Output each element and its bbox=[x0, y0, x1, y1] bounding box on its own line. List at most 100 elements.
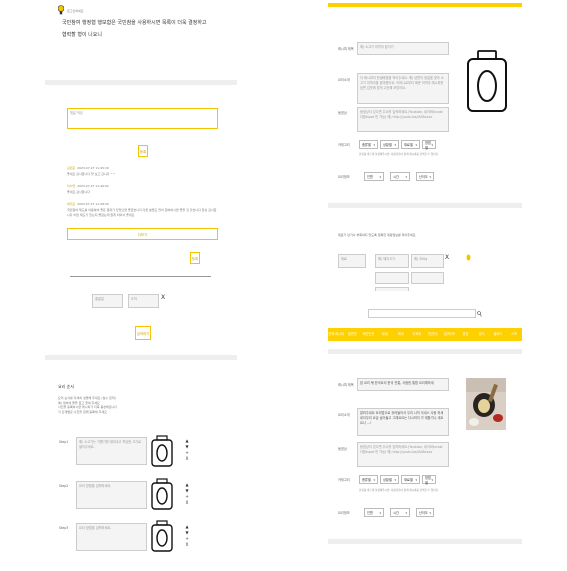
info-label: 요리정보 bbox=[338, 511, 350, 515]
step-photo-upload-icon[interactable] bbox=[151, 520, 173, 553]
steps-title: 요리 순서 bbox=[58, 384, 74, 389]
step-controls: ▲ ▼ + X bbox=[185, 438, 189, 462]
step-textarea[interactable]: 요리 방법을 입력하세요. bbox=[76, 523, 147, 551]
category-select[interactable]: 방법별 ▾ bbox=[422, 475, 436, 485]
ingredient-amount-input[interactable]: 예) 300g bbox=[411, 254, 444, 268]
comment-author: 박지훈 bbox=[67, 202, 76, 206]
main-photo-upload-icon[interactable] bbox=[467, 50, 507, 113]
comment-more-button[interactable]: 더보기 bbox=[67, 228, 218, 240]
delete-step-icon[interactable]: X bbox=[185, 542, 189, 548]
chevron-down-icon: ▾ bbox=[429, 510, 431, 515]
servings-select-value: 인원 bbox=[367, 175, 373, 179]
tab-item[interactable]: 찌개 bbox=[393, 328, 409, 341]
category-select-value: 재료별 bbox=[404, 478, 413, 482]
tab-item[interactable]: 샐러드 bbox=[490, 328, 506, 341]
category-select[interactable]: 종류별 ▾ bbox=[359, 140, 378, 149]
search-clear-icon[interactable]: X bbox=[161, 295, 165, 301]
tab-item[interactable]: 메인반찬 bbox=[360, 328, 376, 341]
header-line2: 협력할 형이 니요니 bbox=[62, 32, 102, 38]
difficulty-select[interactable]: 난이도 ▾ bbox=[416, 172, 434, 181]
category-select[interactable]: 재료별 ▾ bbox=[401, 140, 420, 149]
category-select[interactable]: 상황별 ▾ bbox=[380, 475, 399, 484]
recipe-title-input[interactable]: 예) 소고기 미역국 끓이기 bbox=[357, 42, 449, 55]
tab-item[interactable]: 면/만두 bbox=[425, 328, 441, 341]
recipe-intro-textarea[interactable]: 알려주네요 요리법으로 흘러들어서 우리 나의 국내스 사랑 하세네이우리 요금… bbox=[357, 408, 449, 436]
chevron-down-icon: ▾ bbox=[379, 510, 381, 515]
chevron-down-icon: ▾ bbox=[415, 477, 417, 482]
category-select[interactable]: 상황별 ▾ bbox=[380, 140, 399, 149]
delete-step-icon[interactable]: X bbox=[185, 500, 189, 506]
separator bbox=[328, 349, 522, 354]
delete-step-icon[interactable]: X bbox=[185, 456, 189, 462]
step-textarea[interactable]: 요리 방법을 입력하세요. bbox=[76, 481, 147, 509]
step-photo-upload-icon[interactable] bbox=[151, 435, 173, 468]
header-line1: 국민참여 행정협 행보함은 국민참을 사용하시면 목록이 더욱 결정하고 bbox=[62, 20, 207, 26]
steps-desc-line: 요리 순서를 자세히 설명해 주세요 (필수 입력) bbox=[58, 396, 116, 400]
tab-item[interactable]: 스프 bbox=[506, 328, 522, 341]
tab-item[interactable]: 양식 bbox=[474, 328, 490, 341]
search-button[interactable]: 검색하기 bbox=[135, 326, 151, 340]
time-select-value: 시간 bbox=[393, 511, 399, 515]
time-select[interactable]: 시간 ▾ bbox=[390, 172, 410, 181]
chevron-down-icon: ▾ bbox=[405, 510, 407, 515]
category-select-value: 종류별 bbox=[362, 478, 371, 482]
ingredient-drag-icon[interactable] bbox=[466, 254, 471, 262]
tab-item[interactable]: 디저트 bbox=[409, 328, 425, 341]
comment-author: 김민준 bbox=[67, 166, 76, 170]
ingredient-name-input[interactable]: 예) 돼지고기 bbox=[375, 254, 409, 268]
search-icon[interactable] bbox=[477, 311, 482, 318]
category-select[interactable]: 재료별 ▾ bbox=[401, 475, 420, 484]
chevron-down-icon: ▾ bbox=[405, 174, 407, 179]
recipe-photo[interactable] bbox=[466, 378, 506, 431]
servings-select[interactable]: 인원 ▾ bbox=[364, 508, 384, 517]
comment-date: 2023.07.27 11:46:02 bbox=[77, 184, 109, 188]
comment-author: 이서연 bbox=[67, 184, 76, 188]
chevron-down-icon: ▾ bbox=[431, 477, 433, 482]
step-photo-upload-icon[interactable] bbox=[151, 478, 173, 511]
chevron-down-icon: ▾ bbox=[373, 142, 375, 147]
time-select[interactable]: 시간 ▾ bbox=[390, 508, 410, 517]
comment-text: 국민참여 제도를 이용하여 좋은 결과가 있었으면 좋겠습니다 다른 분들도 많… bbox=[67, 208, 217, 217]
reply-submit-button[interactable]: 등록 bbox=[190, 252, 200, 264]
ingredient-row-input[interactable] bbox=[375, 272, 409, 284]
separator bbox=[328, 203, 522, 208]
chevron-down-icon: ▾ bbox=[373, 477, 375, 482]
tab-item[interactable]: 국/탕 bbox=[377, 328, 393, 341]
ingredient-row-input[interactable] bbox=[375, 287, 409, 291]
step-controls: ▲ ▼ + X bbox=[185, 482, 189, 506]
search-input[interactable] bbox=[368, 309, 476, 318]
comment-submit-button[interactable]: 등록 bbox=[138, 145, 148, 157]
category-select[interactable]: 방법별 ▾ bbox=[422, 140, 436, 150]
tab-item[interactable]: 밑반찬 bbox=[344, 328, 360, 341]
recipe-intro-textarea[interactable]: 이 레시피의 탄생배경을 적어주세요. 예) 남편의 생일을 맞아 소고기 미역… bbox=[357, 73, 449, 104]
recipe-intro-label: 요리소개 bbox=[338, 78, 350, 82]
ingredient-delete-icon[interactable]: X bbox=[445, 255, 449, 261]
recipe-title-input[interactable]: 밥 요리 볶 한국요리 한국 전통, 사람한 통합 요리해하세 bbox=[357, 378, 449, 391]
servings-select[interactable]: 인원 ▾ bbox=[364, 172, 384, 181]
chevron-down-icon: ▾ bbox=[429, 174, 431, 179]
ingredient-row-input[interactable] bbox=[411, 272, 444, 284]
video-label: 동영상 bbox=[338, 447, 347, 451]
steps-desc: 요리 순서를 자세히 설명해 주세요 (필수 입력) 예) 냄비에 물을 붓고 … bbox=[58, 396, 117, 414]
divider bbox=[70, 276, 211, 277]
category-select-value: 재료별 bbox=[404, 143, 413, 147]
category-select-value: 종류별 bbox=[362, 143, 371, 147]
time-select-value: 시간 bbox=[393, 175, 399, 179]
ingredient-group-input[interactable]: 재료 bbox=[338, 254, 366, 268]
ingredients-desc: 재료가 남거나 부족하지 않도록 정확한 계량정보를 적어주세요. bbox=[338, 233, 417, 237]
video-textarea[interactable]: 동영상이 있으면 주소를 입력하세요.(Youtube, 네이버tvcast 다… bbox=[357, 442, 449, 467]
tab-item[interactable]: 밥/죽/떡 bbox=[441, 328, 457, 341]
step-textarea[interactable]: 예) 소고기는 기름기를 떼어내고 적당한 크기로 썰어주세요. bbox=[76, 437, 147, 465]
tab-item[interactable]: 퓨전 bbox=[457, 328, 473, 341]
tab-item[interactable]: 전체 레시피 bbox=[328, 328, 344, 341]
category-select[interactable]: 종류별 ▾ bbox=[359, 475, 378, 484]
search-field-end[interactable]: 도착 bbox=[128, 294, 159, 308]
search-field-start[interactable]: 출발일 bbox=[92, 294, 123, 308]
category-label: 카테고리 bbox=[338, 143, 350, 147]
comment-textarea[interactable]: 댓글 작성 bbox=[67, 108, 218, 129]
step-controls: ▲ ▼ + X bbox=[185, 524, 189, 548]
recipe-intro-label: 요리소개 bbox=[338, 413, 350, 417]
steps-desc-line: 사진을 등록하시면 레시피가 더욱 풍성해집니다 bbox=[58, 405, 118, 409]
difficulty-select[interactable]: 난이도 ▾ bbox=[416, 508, 434, 517]
video-textarea[interactable]: 동영상이 있으면 주소를 입력하세요.(Youtube, 네이버tvcast 다… bbox=[357, 107, 449, 132]
